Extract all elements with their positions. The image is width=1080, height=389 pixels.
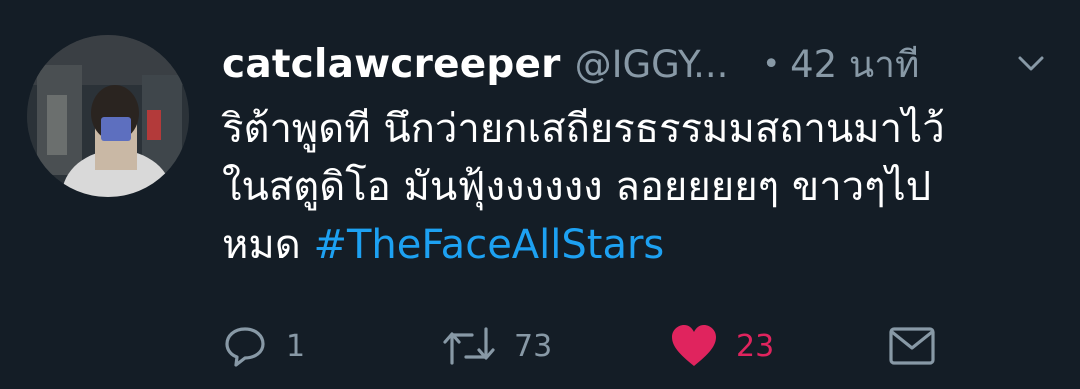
tweet-text: ริต้าพูดที นึกว่ายกเสถียรธรรมมสถานมาไว้ … [222, 100, 1052, 274]
retweet-button[interactable]: 73 [442, 318, 552, 374]
message-button[interactable] [888, 318, 936, 374]
tweet-actions: 1 73 23 [222, 318, 1052, 374]
reply-button[interactable]: 1 [222, 318, 305, 374]
retweet-count: 73 [514, 328, 553, 364]
tweet-header: catclawcreeper @IGGY... • 42 นาที [222, 36, 1052, 92]
tweet-text-fragment: หมด [222, 222, 314, 268]
reply-count: 1 [286, 328, 306, 364]
message-icon [888, 323, 936, 369]
user-handle[interactable]: @IGGY... [575, 43, 729, 86]
display-name[interactable]: catclawcreeper [222, 42, 561, 87]
chevron-down-icon[interactable] [1016, 48, 1046, 78]
tweet-text-line: หมด #TheFaceAllStars [222, 216, 1052, 274]
timestamp[interactable]: 42 นาที [790, 35, 919, 94]
tweet-text-line: ในสตูดิโอ มันฟุ้งงงงงง ลอยยยยๆ ขาวๆไป [222, 164, 932, 210]
avatar-photo [27, 35, 189, 197]
reply-icon [222, 323, 268, 369]
tweet-text-line: ริต้าพูดที นึกว่ายกเสถียรธรรมมสถานมาไว้ [222, 106, 945, 152]
separator-dot: • [762, 46, 781, 82]
avatar[interactable] [27, 35, 189, 197]
retweet-icon [442, 323, 496, 369]
like-button[interactable]: 23 [670, 318, 774, 374]
like-count: 23 [736, 328, 775, 364]
heart-icon [670, 323, 718, 369]
hashtag-link[interactable]: #TheFaceAllStars [313, 222, 664, 268]
